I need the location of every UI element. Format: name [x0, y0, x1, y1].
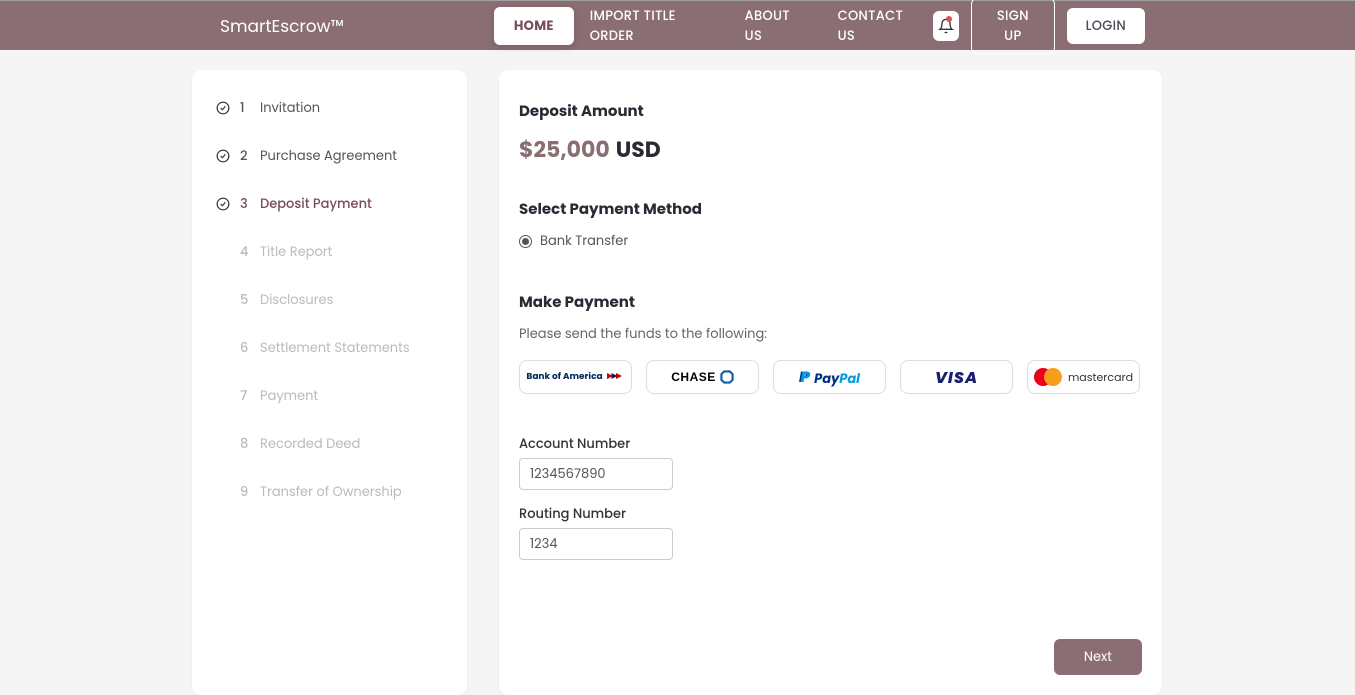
make-payment-title: Make Payment — [519, 291, 1142, 314]
step-number: 3 — [240, 194, 250, 214]
step-label: Purchase Agreement — [260, 146, 397, 166]
amount-display: $25,000 USD — [519, 133, 1142, 166]
step-number: 6 — [240, 338, 250, 358]
payment-boa[interactable]: Bank of America — [519, 360, 632, 394]
paypal-p2-icon: P — [801, 366, 811, 389]
routing-number-input[interactable] — [519, 528, 673, 560]
payment-paypal[interactable]: P P PayPal — [773, 360, 886, 394]
signup-button[interactable]: SIGN UP — [971, 0, 1055, 54]
notification-dot-icon — [946, 16, 952, 22]
select-payment-method-title: Select Payment Method — [519, 198, 1142, 221]
nav-home[interactable]: HOME — [494, 7, 574, 45]
deposit-amount-title: Deposit Amount — [519, 100, 1142, 123]
header-actions: SIGN UP LOGIN — [933, 0, 1145, 54]
step-recorded-deed[interactable]: 8 Recorded Deed — [216, 434, 443, 454]
mastercard-circles-icon — [1034, 368, 1062, 386]
nav-contact-us[interactable]: CONTACT US — [822, 0, 934, 54]
chase-octagon-icon — [720, 370, 734, 384]
boa-logo-text: Bank of America — [526, 371, 602, 384]
step-deposit-payment[interactable]: 3 Deposit Payment — [216, 194, 443, 214]
step-invitation[interactable]: 1 Invitation — [216, 98, 443, 118]
nav-import-title-order[interactable]: IMPORT TITLE ORDER — [574, 0, 729, 54]
step-label: Transfer of Ownership — [260, 482, 402, 502]
step-number: 1 — [240, 98, 250, 118]
step-label: Disclosures — [260, 290, 333, 310]
paypal-pal-text: Pal — [839, 369, 860, 388]
step-number: 2 — [240, 146, 250, 166]
header: SmartEscrow™ HOME IMPORT TITLE ORDER ABO… — [0, 1, 1355, 50]
notification-button[interactable] — [933, 11, 959, 41]
login-button[interactable]: LOGIN — [1067, 8, 1145, 44]
payment-methods-row: Bank of America CHASE P P PayPal — [519, 360, 1142, 394]
payment-mastercard[interactable]: mastercard — [1027, 360, 1140, 394]
payment-chase[interactable]: CHASE — [646, 360, 759, 394]
chase-logo-text: CHASE — [671, 370, 716, 384]
check-circle-icon — [216, 197, 230, 211]
step-label: Title Report — [260, 242, 332, 262]
step-label: Payment — [260, 386, 318, 406]
amount-value: $25,000 — [519, 133, 610, 166]
nav-about-us[interactable]: ABOUT US — [729, 0, 822, 54]
radio-icon — [519, 235, 532, 248]
check-circle-icon — [216, 149, 230, 163]
next-button[interactable]: Next — [1054, 639, 1142, 675]
step-label: Settlement Statements — [260, 338, 410, 358]
step-label: Deposit Payment — [260, 194, 372, 214]
main-nav: HOME IMPORT TITLE ORDER ABOUT US CONTACT… — [494, 0, 933, 54]
step-title-report[interactable]: 4 Title Report — [216, 242, 443, 262]
step-purchase-agreement[interactable]: 2 Purchase Agreement — [216, 146, 443, 166]
account-number-input[interactable] — [519, 458, 673, 490]
mastercard-text: mastercard — [1068, 369, 1133, 386]
step-label: Recorded Deed — [260, 434, 360, 454]
step-number: 5 — [240, 290, 250, 310]
step-settlement-statements[interactable]: 6 Settlement Statements — [216, 338, 443, 358]
account-number-label: Account Number — [519, 434, 1142, 454]
visa-logo-text: VISA — [935, 365, 978, 390]
bank-transfer-radio[interactable]: Bank Transfer — [519, 231, 1142, 251]
amount-currency: USD — [616, 133, 661, 166]
step-disclosures[interactable]: 5 Disclosures — [216, 290, 443, 310]
step-transfer-ownership[interactable]: 9 Transfer of Ownership — [216, 482, 443, 502]
check-circle-icon — [216, 101, 230, 115]
step-number: 4 — [240, 242, 250, 262]
steps-sidebar: 1 Invitation 2 Purchase Agreement 3 Depo… — [192, 70, 467, 695]
boa-flag-icon — [607, 373, 625, 382]
logo[interactable]: SmartEscrow™ — [220, 13, 344, 39]
routing-number-label: Routing Number — [519, 504, 1142, 524]
step-number: 9 — [240, 482, 250, 502]
main-panel: Deposit Amount $25,000 USD Select Paymen… — [499, 70, 1162, 695]
payment-instructions: Please send the funds to the following: — [519, 324, 1142, 344]
radio-label: Bank Transfer — [540, 231, 628, 251]
step-number: 7 — [240, 386, 250, 406]
payment-visa[interactable]: VISA — [900, 360, 1013, 394]
step-label: Invitation — [260, 98, 320, 118]
paypal-pay-text: Pay — [814, 369, 839, 388]
step-number: 8 — [240, 434, 250, 454]
step-payment[interactable]: 7 Payment — [216, 386, 443, 406]
